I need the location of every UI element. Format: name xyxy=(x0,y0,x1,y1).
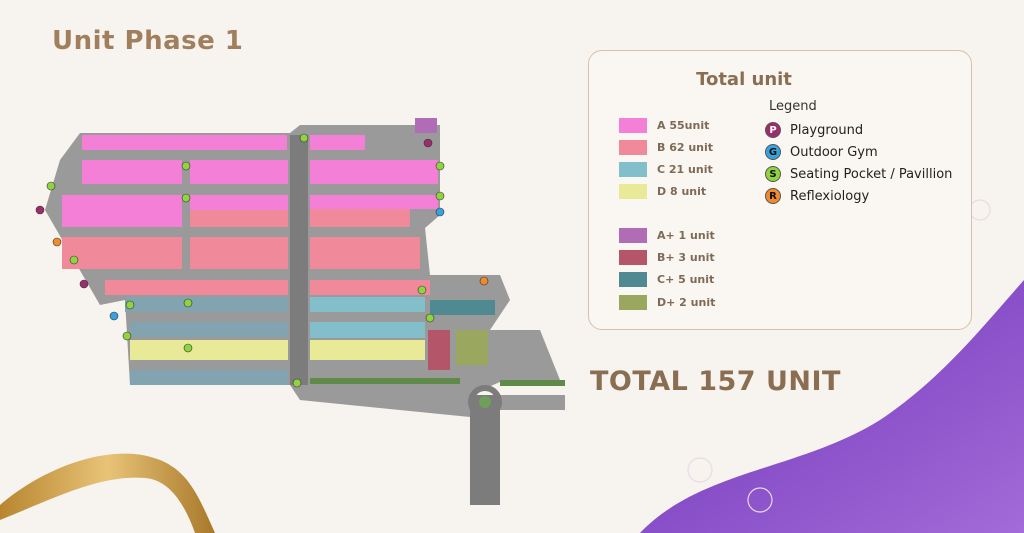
legend-title: Legend xyxy=(769,99,817,114)
unit-row-b: B 62 unit xyxy=(619,139,713,155)
unit-label: B+ 3 unit xyxy=(657,250,715,264)
unit-label: D 8 unit xyxy=(657,184,707,198)
legend-item-seating-pocket: S Seating Pocket / Pavillion xyxy=(765,165,952,183)
total-units-label: TOTAL 157 UNIT xyxy=(590,366,841,397)
unit-label: A+ 1 unit xyxy=(657,228,715,242)
panel-title: Total unit xyxy=(696,69,792,90)
unit-label: C+ 5 unit xyxy=(657,272,715,286)
unit-row-d-plus: D+ 2 unit xyxy=(619,294,715,310)
legend-label: Seating Pocket / Pavillion xyxy=(790,166,953,182)
unit-swatch xyxy=(619,161,647,177)
unit-row-a: A 55unit xyxy=(619,117,709,133)
main-road xyxy=(290,135,308,385)
unit-swatch xyxy=(619,139,647,155)
reflexiology-icon: R xyxy=(765,188,781,204)
playground-icon: P xyxy=(765,122,781,138)
unit-row-b-plus: B+ 3 unit xyxy=(619,249,715,265)
legend-item-reflexiology: R Reflexiology xyxy=(765,187,869,205)
legend-label: Playground xyxy=(790,122,864,138)
unit-swatch xyxy=(619,271,647,287)
legend-label: Reflexiology xyxy=(790,188,870,204)
unit-swatch xyxy=(619,249,647,265)
unit-swatch xyxy=(619,227,647,243)
legend-item-outdoor-gym: G Outdoor Gym xyxy=(765,143,878,161)
legend-panel: Total unit A 55unit B 62 unit C 21 unit … xyxy=(588,50,972,330)
unit-label: A 55unit xyxy=(657,118,710,132)
unit-label: C 21 unit xyxy=(657,162,713,176)
unit-row-c: C 21 unit xyxy=(619,161,713,177)
legend-label: Outdoor Gym xyxy=(790,144,878,160)
unit-swatch xyxy=(619,294,647,310)
seating-pocket-icon: S xyxy=(765,166,781,182)
outdoor-gym-icon: G xyxy=(765,144,781,160)
unit-row-c-plus: C+ 5 unit xyxy=(619,271,714,287)
legend-item-playground: P Playground xyxy=(765,121,863,139)
unit-row-a-plus: A+ 1 unit xyxy=(619,227,715,243)
unit-row-d: D 8 unit xyxy=(619,183,706,199)
unit-swatch xyxy=(619,183,647,199)
page-title: Unit Phase 1 xyxy=(52,26,244,56)
unit-label: B 62 unit xyxy=(657,140,714,154)
unit-swatch xyxy=(619,117,647,133)
unit-label: D+ 2 unit xyxy=(657,295,716,309)
